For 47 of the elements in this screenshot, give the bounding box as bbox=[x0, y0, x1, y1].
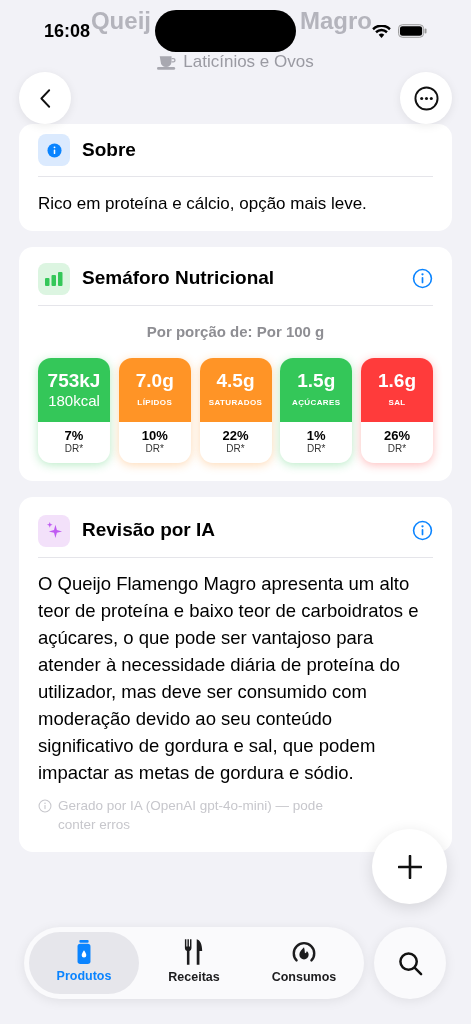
tab[interactable]: Consumos bbox=[249, 932, 359, 994]
bottle-icon bbox=[76, 940, 92, 965]
page-title: Magro bbox=[300, 6, 372, 36]
energy-kcal: 180kcal bbox=[48, 391, 100, 410]
card-title: Semáforo Nutricional bbox=[82, 266, 275, 291]
tab[interactable]: Receitas bbox=[139, 932, 249, 994]
dr-label: DR* bbox=[145, 443, 164, 455]
nutrient-value: 753kJ bbox=[47, 369, 101, 392]
nutrient-value: 1.5g bbox=[297, 370, 336, 392]
wifi-icon bbox=[372, 24, 391, 38]
portion-label: Por porção de: Por 100 g bbox=[146, 322, 325, 340]
info-icon[interactable] bbox=[412, 520, 433, 541]
nutrient-label: LÍPIDOS bbox=[137, 397, 173, 409]
nutrient-value: 4.5g bbox=[216, 370, 255, 392]
about-text: Rico em proteína e cálcio, opção mais leve. bbox=[38, 193, 368, 215]
nutrient-value: 7.0g bbox=[135, 370, 174, 392]
dr-label: DR* bbox=[64, 443, 84, 455]
dr-label: DR* bbox=[307, 443, 326, 455]
ai-disclaimer: Gerado por IA (OpenAI gpt-4o-mini) — pode conter erros bbox=[58, 796, 324, 834]
plus-icon bbox=[397, 854, 422, 879]
fork-knife-icon bbox=[184, 939, 204, 966]
card-title: Revisão por IA bbox=[82, 518, 216, 543]
review-text: O Queijo Flamengo Magro apresenta um alto teor de proteína e baixo teor de carboidratos e açúcares, o que pode ser vantajoso para atender à necessidade diária de proteína do utilizador, mas deve ser consumido com moderação devido ao seu conteúdo significativo de gordura e sal, que podem impactar as metas de gordura e sódio. bbox=[38, 571, 420, 785]
nutrient-label: SAL bbox=[388, 397, 406, 409]
nutrient-label: SATURADOS bbox=[208, 397, 263, 409]
dr-label: DR* bbox=[387, 443, 407, 455]
daily-percent: 26% bbox=[384, 429, 410, 443]
search-icon bbox=[397, 950, 423, 976]
category-label: Laticínios e Ovos bbox=[183, 51, 314, 74]
nutrient-label: AÇÚCARES bbox=[291, 397, 341, 409]
info-badge-icon bbox=[38, 134, 70, 166]
daily-percent: 22% bbox=[222, 429, 249, 443]
back-button[interactable] bbox=[19, 72, 71, 124]
daily-percent: 10% bbox=[141, 429, 168, 443]
more-button[interactable] bbox=[400, 72, 452, 124]
nutrient-value: 1.6g bbox=[378, 370, 416, 392]
dr-label: DR* bbox=[226, 443, 245, 455]
battery-icon bbox=[398, 24, 427, 38]
chevron-left-icon bbox=[39, 88, 51, 108]
info-icon[interactable] bbox=[412, 268, 433, 289]
daily-percent: 1% bbox=[306, 429, 326, 443]
cup-icon bbox=[157, 54, 178, 70]
card-title: Sobre bbox=[82, 137, 136, 162]
bar-chart-icon bbox=[38, 262, 70, 295]
daily-percent: 7% bbox=[64, 429, 84, 443]
sparkles-icon bbox=[38, 514, 70, 547]
more-icon bbox=[413, 85, 439, 111]
